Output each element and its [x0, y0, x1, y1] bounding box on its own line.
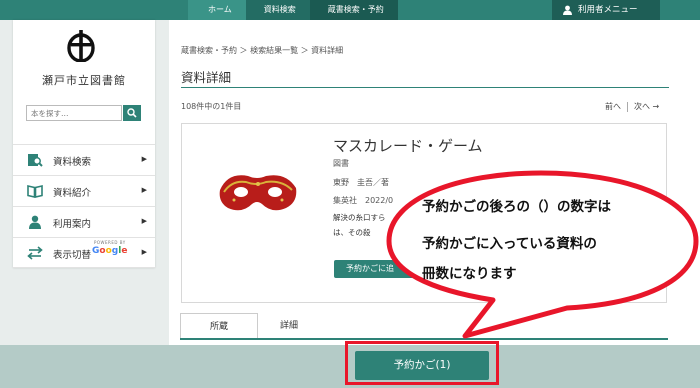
- sidebar-item-label: 資料検索: [53, 157, 92, 168]
- chevron-right-icon: ▶: [141, 248, 147, 256]
- reservation-cart-button[interactable]: 予約かご(1): [355, 351, 489, 380]
- callout-line-2: 予約かごに入っている資料の: [422, 236, 597, 252]
- search-input[interactable]: [26, 105, 122, 121]
- sidebar-item-material-intro[interactable]: 資料紹介 ▶: [13, 175, 155, 206]
- book-description: 解決の糸口すら: [333, 213, 386, 222]
- sidebar: 瀬戸市立図書館 資料検索 ▶ 資料紹介 ▶: [13, 20, 155, 268]
- sidebar-item-display-switch[interactable]: 表示切替 ▶: [13, 237, 155, 268]
- book-cover-image: [214, 134, 300, 258]
- sidebar-item-material-search[interactable]: 資料検索 ▶: [13, 144, 155, 175]
- user-menu-label: 利用者メニュー: [578, 5, 638, 15]
- title-divider: [181, 87, 669, 88]
- sidebar-item-label: 資料紹介: [53, 188, 92, 199]
- crumb-home[interactable]: ホーム: [188, 0, 246, 20]
- library-name: 瀬戸市立図書館: [42, 74, 126, 87]
- search-book-icon: [28, 154, 43, 167]
- pager: 前へ 次へ →: [605, 101, 659, 112]
- pager-divider: [627, 101, 628, 112]
- crumb-material-search[interactable]: 資料検索: [245, 0, 310, 20]
- sidebar-nav: 資料検索 ▶ 資料紹介 ▶ 利用案内 ▶ 表示切替 ▶: [13, 144, 155, 268]
- chevron-right-icon: ▶: [141, 155, 147, 163]
- user-icon: [563, 5, 572, 15]
- callout-line-1: 予約かごの後ろの（）の数字は: [422, 199, 611, 215]
- switch-arrows-icon: [27, 246, 43, 260]
- sidebar-item-label: 表示切替: [53, 250, 92, 261]
- user-menu-button[interactable]: 利用者メニュー: [552, 0, 660, 20]
- crumb-catalog-search[interactable]: 蔵書検索・予約: [309, 0, 398, 20]
- callout-line-3: 冊数になります: [422, 266, 517, 282]
- library-logo-icon: [67, 30, 95, 62]
- result-count: 108件中の1件目: [181, 102, 242, 111]
- google-logo: Google: [92, 246, 128, 256]
- book-title: マスカレード・ゲーム: [333, 137, 483, 155]
- powered-by-label: POWERED BY: [94, 240, 126, 245]
- book-author[interactable]: 東野 圭吾／著: [333, 177, 389, 188]
- prev-link[interactable]: 前へ: [605, 102, 621, 111]
- chevron-right-icon: ▶: [141, 186, 147, 194]
- google-books-badge: POWERED BY Google: [92, 240, 128, 256]
- sidebar-item-label: 利用案内: [53, 219, 92, 230]
- next-link[interactable]: 次へ →: [634, 102, 659, 111]
- book-type: 図書: [333, 159, 349, 168]
- search-icon: [127, 108, 137, 118]
- page-title: 資料詳細: [181, 70, 232, 85]
- search-button[interactable]: [123, 105, 141, 121]
- breadcrumb[interactable]: 蔵書検索・予約 ＞ 検索結果一覧 ＞ 資料詳細: [181, 45, 343, 56]
- person-icon: [29, 215, 41, 229]
- sidebar-item-usage-guide[interactable]: 利用案内 ▶: [13, 206, 155, 237]
- top-breadcrumb: ホーム 資料検索 蔵書検索・予約: [188, 0, 398, 20]
- chevron-right-icon: ▶: [141, 217, 147, 225]
- tab-details[interactable]: 詳細: [258, 313, 320, 340]
- tab-holdings[interactable]: 所蔵: [180, 313, 258, 340]
- book-description-line2: は、その殺: [333, 228, 371, 237]
- open-book-icon: [27, 184, 43, 198]
